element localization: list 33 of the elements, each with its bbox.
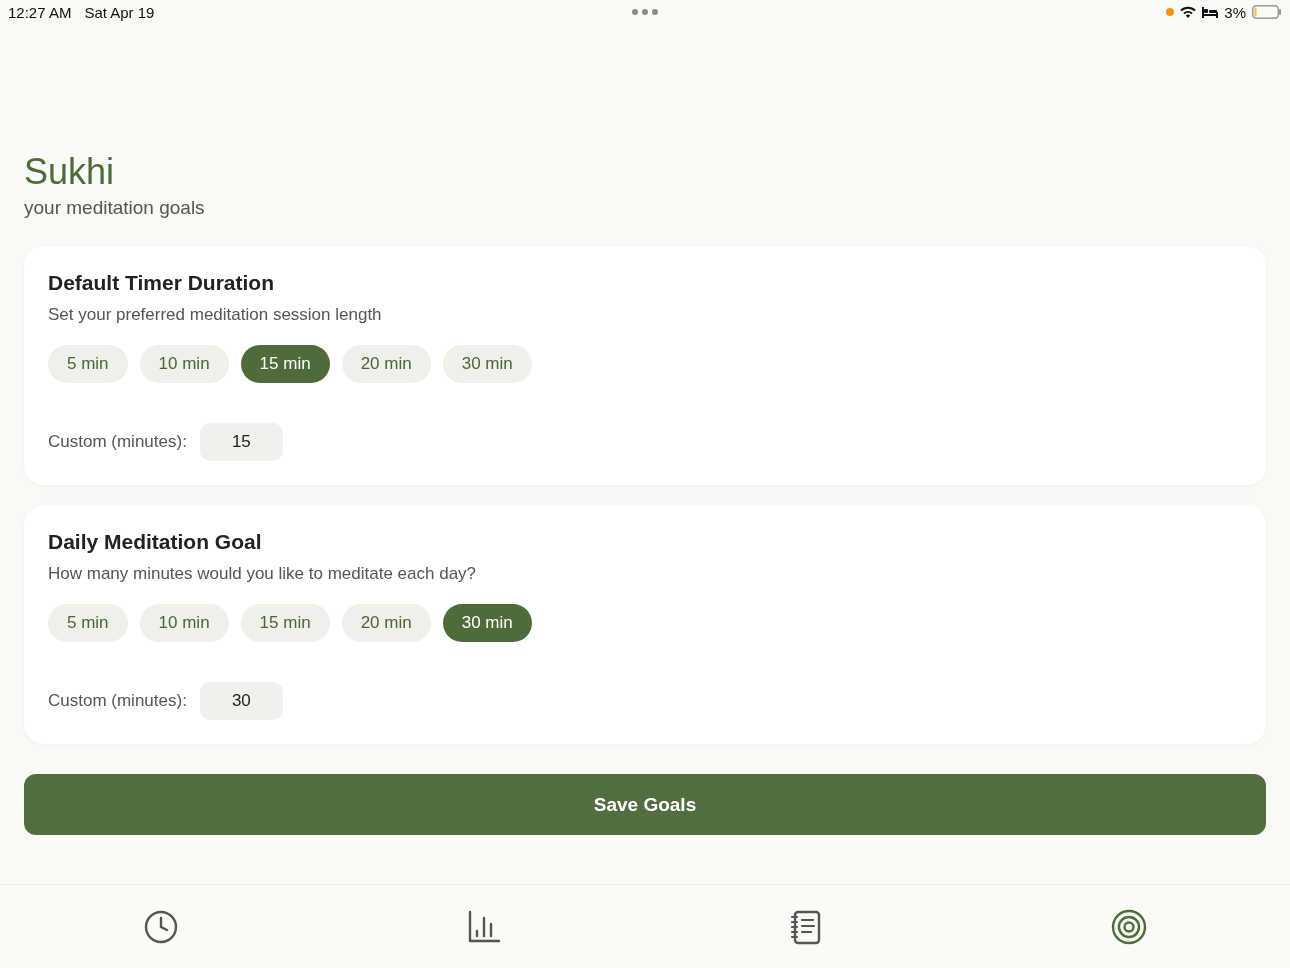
duration-chip[interactable]: 5 min (48, 345, 128, 383)
duration-chip[interactable]: 15 min (240, 604, 330, 642)
battery-icon (1252, 5, 1282, 19)
status-dot-icon (1166, 8, 1175, 16)
save-goals-button[interactable]: Save Goals (24, 774, 1266, 835)
duration-chip[interactable]: 30 min (442, 604, 532, 642)
battery-percent: 3% (1224, 3, 1246, 21)
target-tab[interactable] (1110, 908, 1147, 945)
card-title: Default Timer Duration (48, 270, 274, 296)
bed-icon (1202, 6, 1219, 18)
clock-icon (143, 908, 180, 945)
clock-tab[interactable] (143, 908, 180, 945)
custom-minutes-field[interactable]: 15 (199, 423, 283, 461)
duration-chip[interactable]: 20 min (341, 604, 431, 642)
duration-chip[interactable]: 10 min (139, 604, 229, 642)
duration-chip[interactable]: 5 min (48, 604, 128, 642)
more-dots-icon[interactable] (632, 9, 658, 15)
status-date: Sat Apr 19 (84, 3, 155, 21)
custom-minutes-field[interactable]: 30 (199, 682, 283, 720)
card-description: How many minutes would you like to meditate each day? (48, 563, 478, 585)
duration-chip[interactable]: 15 min (240, 345, 330, 383)
duration-chip[interactable]: 20 min (341, 345, 431, 383)
status-time: 12:27 AM (8, 3, 72, 21)
duration-chip[interactable]: 30 min (442, 345, 532, 383)
card-description: Set your preferred meditation session length (48, 304, 383, 326)
wifi-icon (1180, 6, 1197, 18)
card-title: Daily Meditation Goal (48, 529, 262, 555)
duration-chip[interactable]: 10 min (139, 345, 229, 383)
target-icon (1110, 908, 1147, 945)
page-subtitle: your meditation goals (24, 196, 206, 220)
custom-minutes-label: Custom (minutes): (48, 691, 187, 711)
app-title: Sukhi (24, 150, 115, 194)
custom-minutes-label: Custom (minutes): (48, 432, 187, 452)
